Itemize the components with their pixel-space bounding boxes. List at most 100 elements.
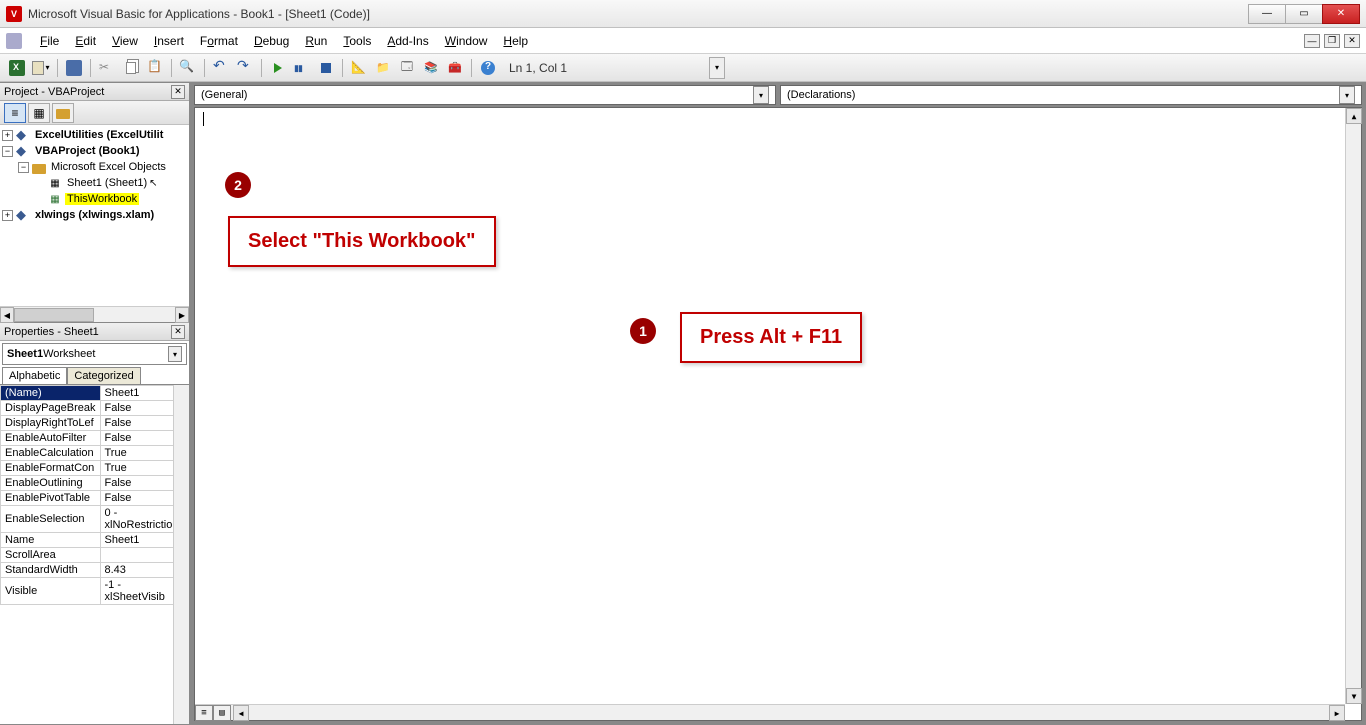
menu-window[interactable]: Window (437, 30, 496, 52)
insert-dropdown[interactable]: ▾ (30, 57, 52, 79)
menu-help[interactable]: Help (495, 30, 536, 52)
menu-tools[interactable]: Tools (335, 30, 379, 52)
property-row[interactable]: EnableFormatConTrue (1, 461, 189, 476)
find-button[interactable] (177, 57, 199, 79)
properties-window-button[interactable]: 🗔 (396, 57, 418, 79)
properties-panel-header: Properties - Sheet1 ✕ (0, 323, 189, 341)
properties-object-dropdown[interactable]: Sheet1 Worksheet ▾ (2, 343, 187, 365)
tab-categorized[interactable]: Categorized (67, 367, 140, 384)
menu-file[interactable]: File (32, 30, 67, 52)
window-title: Microsoft Visual Basic for Applications … (28, 7, 1249, 21)
redo-button[interactable] (234, 57, 256, 79)
dropdown-arrow-icon[interactable]: ▾ (753, 86, 769, 104)
copy-button[interactable] (120, 57, 142, 79)
tree-node-excelutilities[interactable]: + ExcelUtilities (ExcelUtilit (0, 127, 189, 143)
window-controls: — ▭ ✕ (1249, 4, 1360, 24)
property-row[interactable]: NameSheet1 (1, 533, 189, 548)
property-row[interactable]: EnableCalculationTrue (1, 446, 189, 461)
pause-button[interactable] (291, 57, 313, 79)
properties-panel-close[interactable]: ✕ (171, 325, 185, 339)
scroll-up-icon[interactable]: ▲ (1346, 108, 1362, 124)
scroll-thumb[interactable] (14, 308, 94, 322)
design-mode-button[interactable] (348, 57, 370, 79)
scroll-down-icon[interactable]: ▼ (1346, 688, 1362, 704)
mdi-minimize[interactable]: — (1304, 34, 1320, 48)
procedure-dropdown[interactable]: (Declarations) ▾ (780, 85, 1362, 105)
save-button[interactable] (63, 57, 85, 79)
property-row[interactable]: StandardWidth8.43 (1, 563, 189, 578)
project-tree[interactable]: + ExcelUtilities (ExcelUtilit − VBAProje… (0, 125, 189, 306)
paste-button[interactable] (144, 57, 166, 79)
scroll-right-icon[interactable]: ▶ (175, 307, 189, 323)
toggle-folders-button[interactable] (52, 103, 74, 123)
toolbox-button[interactable]: 🧰 (444, 57, 466, 79)
undo-icon (213, 60, 229, 76)
minimize-button[interactable]: — (1248, 4, 1286, 24)
property-row[interactable]: EnablePivotTableFalse (1, 491, 189, 506)
scroll-left-icon[interactable]: ◀ (233, 705, 249, 721)
property-row[interactable]: (Name)Sheet1 (1, 386, 189, 401)
object-dropdown[interactable]: (General) ▾ (194, 85, 776, 105)
menu-debug[interactable]: Debug (246, 30, 297, 52)
project-panel-close[interactable]: ✕ (171, 85, 185, 99)
scroll-left-icon[interactable]: ◀ (0, 307, 14, 323)
property-row[interactable]: DisplayRightToLefFalse (1, 416, 189, 431)
tree-node-vbaproject[interactable]: − VBAProject (Book1) (0, 143, 189, 159)
tree-node-xlwings[interactable]: + xlwings (xlwings.xlam) (0, 207, 189, 223)
mdi-restore[interactable]: ❐ (1324, 34, 1340, 48)
expand-icon[interactable]: + (2, 130, 13, 141)
tree-node-excel-objects[interactable]: − Microsoft Excel Objects (0, 159, 189, 175)
toolbar-overflow[interactable]: ▾ (709, 57, 725, 79)
expand-icon[interactable]: + (2, 210, 13, 221)
code-hscroll[interactable]: ≡ ▤ ◀ ▶ (195, 704, 1345, 720)
separator (57, 59, 58, 77)
view-code-button[interactable]: ≡ (4, 103, 26, 123)
maximize-button[interactable]: ▭ (1285, 4, 1323, 24)
code-area: (General) ▾ (Declarations) ▾ ▲ ▼ ≡ ▤ ◀ ▶ (190, 83, 1366, 725)
dropdown-arrow-icon[interactable]: ▾ (1339, 86, 1355, 104)
annotation-box-1: Press Alt + F11 (680, 312, 862, 363)
app-icon: V (6, 6, 22, 22)
view-object-button[interactable]: ▦ (28, 103, 50, 123)
run-button[interactable] (267, 57, 289, 79)
property-row[interactable]: EnableSelection0 - xlNoRestrictio (1, 506, 189, 533)
menu-edit[interactable]: Edit (67, 30, 104, 52)
annotation-number-1: 1 (630, 318, 656, 344)
property-row[interactable]: Visible-1 - xlSheetVisib (1, 578, 189, 605)
collapse-icon[interactable]: − (18, 162, 29, 173)
project-tree-hscroll[interactable]: ◀ ▶ (0, 306, 189, 322)
tree-node-sheet1[interactable]: ▦ Sheet1 (Sheet1) ↖ (0, 175, 189, 191)
redo-icon (237, 60, 253, 76)
menu-view[interactable]: View (104, 30, 146, 52)
tree-node-thisworkbook[interactable]: ▦ ThisWorkbook (0, 191, 189, 207)
code-vscroll[interactable]: ▲ ▼ (1345, 108, 1361, 704)
collapse-icon[interactable]: − (2, 146, 13, 157)
tab-alphabetic[interactable]: Alphabetic (2, 367, 67, 384)
undo-button[interactable] (210, 57, 232, 79)
full-module-view-button[interactable]: ▤ (213, 705, 231, 721)
menu-addins[interactable]: Add-Ins (379, 30, 436, 52)
procedure-view-button[interactable]: ≡ (195, 705, 213, 721)
code-editor[interactable]: ▲ ▼ ≡ ▤ ◀ ▶ (194, 107, 1362, 721)
scroll-right-icon[interactable]: ▶ (1329, 705, 1345, 721)
help-button[interactable] (477, 57, 499, 79)
menu-insert[interactable]: Insert (146, 30, 192, 52)
close-button[interactable]: ✕ (1322, 4, 1360, 24)
view-excel-button[interactable] (6, 57, 28, 79)
dropdown-arrow-icon[interactable]: ▾ (168, 346, 182, 362)
cut-button[interactable] (96, 57, 118, 79)
property-row[interactable]: ScrollArea (1, 548, 189, 563)
property-row[interactable]: DisplayPageBreakFalse (1, 401, 189, 416)
property-row[interactable]: EnableOutliningFalse (1, 476, 189, 491)
folder-icon (32, 160, 46, 174)
menu-format[interactable]: Format (192, 30, 246, 52)
project-explorer-button[interactable]: 📁 (372, 57, 394, 79)
properties-vscroll[interactable] (173, 385, 189, 724)
object-browser-button[interactable]: 📚 (420, 57, 442, 79)
stop-button[interactable] (315, 57, 337, 79)
property-row[interactable]: EnableAutoFilterFalse (1, 431, 189, 446)
mdi-close[interactable]: ✕ (1344, 34, 1360, 48)
stop-icon (321, 63, 331, 73)
system-menu-icon[interactable] (6, 33, 22, 49)
menu-run[interactable]: Run (297, 30, 335, 52)
